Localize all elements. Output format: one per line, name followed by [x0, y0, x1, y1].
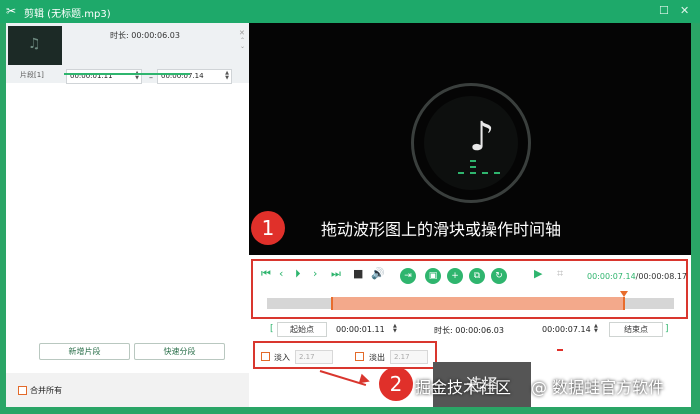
clip-start-input[interactable]: 00:00:01.11 ▲▼	[66, 69, 142, 84]
copy-icon[interactable]: ⧉	[469, 268, 485, 284]
volume-icon[interactable]: 🔊	[371, 267, 385, 280]
quick-split-button[interactable]: 快速分段	[134, 343, 225, 360]
clip-list-panel: ♫ 片段[1] 时长: 00:00:06.03 00:00:01.11 ▲▼ –…	[6, 23, 255, 407]
fade-in-input[interactable]: 2.17	[295, 350, 333, 364]
playhead-handle[interactable]	[620, 291, 628, 297]
timecode: 00:00:07.14/00:00:08.17	[587, 272, 688, 281]
title-bar: ✂ 剪辑 (无标题.mp3) ☐ ✕	[0, 0, 700, 23]
annotation-text: 拖动波形图上的滑块或操作时间轴	[321, 220, 562, 239]
start-point-button[interactable]: 起始点	[277, 322, 327, 337]
trim-start-value[interactable]: 00:00:01.11	[336, 325, 385, 334]
maximize-button[interactable]: ☐	[659, 4, 669, 17]
trim-end-value[interactable]: 00:00:07.14	[542, 325, 591, 334]
play-selection-icon[interactable]: ▶	[534, 267, 542, 280]
stepper-icon[interactable]: ▲▼	[225, 71, 229, 81]
prev-frame-icon[interactable]: ‹	[279, 267, 283, 280]
clip-duration: 时长: 00:00:06.03	[110, 31, 180, 40]
close-button[interactable]: ✕	[680, 4, 689, 17]
timeline-selection[interactable]	[331, 297, 625, 310]
step-badge-2: 2	[379, 367, 413, 401]
fade-out-label: 淡出	[369, 353, 385, 362]
mark-in-icon[interactable]: ⇥	[400, 268, 416, 284]
new-segment-button[interactable]: 新增片段	[39, 343, 130, 360]
bracket-left-icon: [	[270, 324, 274, 334]
stop-icon[interactable]: ■	[353, 267, 363, 280]
next-frame-icon[interactable]: ›	[313, 267, 317, 280]
stepper-icon[interactable]: ▲▼	[393, 324, 397, 334]
watermark-left: 掘金技术社区	[415, 378, 512, 397]
clip-end-input[interactable]: 00:00:07.14 ▲ ▼	[157, 69, 232, 84]
reset-icon[interactable]: ↻	[491, 268, 507, 284]
position-marker	[557, 349, 563, 351]
fade-out-checkbox[interactable]	[355, 352, 364, 361]
end-point-button[interactable]: 结束点	[609, 322, 663, 337]
window-title: 剪辑 (无标题.mp3)	[24, 9, 111, 20]
trim-duration: 时长: 00:00:06.03	[434, 326, 504, 335]
remove-clip-icon[interactable]: ✕	[239, 29, 245, 37]
bracket-right-icon: ]	[665, 324, 669, 334]
play-icon[interactable]: ⏵	[295, 267, 301, 281]
preview-area: ♪ 1 拖动波形图上的滑块或操作时间轴	[249, 23, 691, 255]
skip-end-icon[interactable]: ⏭	[331, 267, 341, 281]
fade-out-input[interactable]: 2.17	[390, 350, 428, 364]
chevron-updown-icon[interactable]: ⌃ ⌄	[240, 38, 245, 50]
stepper-icon[interactable]: ▲▼	[594, 324, 598, 334]
merge-all-checkbox[interactable]	[18, 386, 27, 395]
add-icon[interactable]: +	[447, 268, 463, 284]
watermark-right: @ 数据蛙官方软件	[531, 378, 665, 397]
music-note-icon: ♫	[28, 36, 41, 52]
clip-label: 片段[1]	[20, 71, 44, 79]
fade-in-checkbox[interactable]	[261, 352, 270, 361]
clip-range-indicator	[64, 73, 190, 75]
step-badge-1: 1	[251, 211, 285, 245]
fade-in-label: 淡入	[274, 353, 290, 362]
capture-icon[interactable]: ▣	[425, 268, 441, 284]
crop-icon[interactable]: ⌗	[557, 267, 563, 281]
music-note-icon: ♪	[469, 114, 495, 160]
audio-disc: ♪	[411, 83, 531, 203]
merge-all-label: 合并所有	[30, 386, 62, 395]
clip-thumbnail: ♫	[8, 26, 62, 65]
scissors-icon: ✂	[6, 4, 17, 18]
skip-start-icon[interactable]: ⏮	[261, 267, 271, 281]
